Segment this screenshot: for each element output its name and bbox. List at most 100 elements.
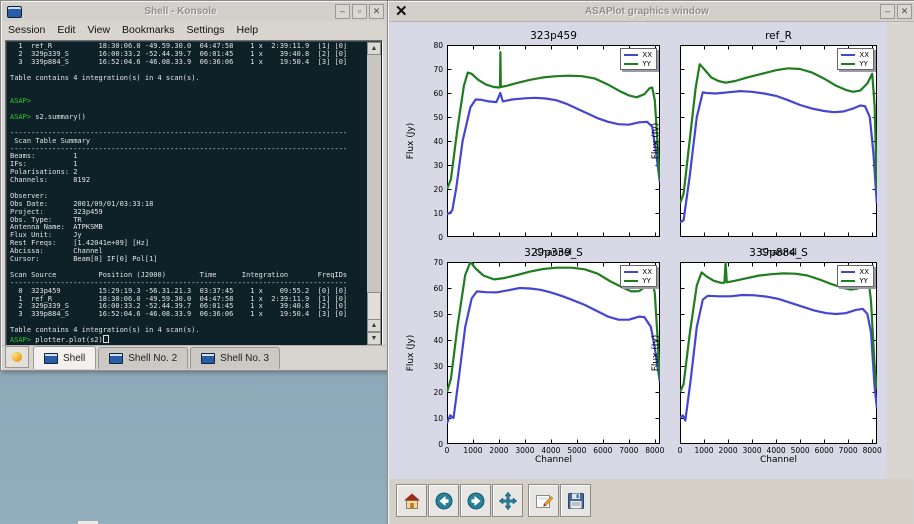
save-button[interactable]: [560, 484, 591, 517]
home-button[interactable]: [396, 484, 427, 517]
y-tick-label: 0: [419, 233, 443, 242]
legend-label: YY: [642, 277, 651, 285]
asaplot-window-title: ASAPlot graphics window: [414, 6, 880, 17]
shell-icon: [44, 353, 58, 364]
x11-icon: ✕: [395, 4, 408, 19]
konsole-window-title: Shell - Konsole: [26, 6, 335, 17]
new-session-button[interactable]: [5, 346, 29, 368]
menu-view[interactable]: View: [81, 24, 116, 36]
scroll-up-icon[interactable]: ▲: [367, 42, 381, 55]
back-icon: [434, 491, 454, 511]
y-tick-label: 20: [419, 388, 443, 397]
y-tick-label: 60: [419, 89, 443, 98]
subplot-339p884_S: XXYY: [680, 262, 877, 444]
minimize-button[interactable]: –: [335, 4, 350, 19]
y-tick-label: 50: [419, 113, 443, 122]
session-tabbar: Shell Shell No. 2 Shell No. 3: [2, 345, 386, 369]
y-axis-label: Flux (Jy): [651, 335, 661, 372]
y-tick-label: 10: [419, 414, 443, 423]
scroll-up2-icon[interactable]: ▲: [367, 319, 381, 332]
terminal-scrollbar[interactable]: ▲ ▲ ▼: [367, 42, 381, 345]
y-axis-label: Flux (Jy): [406, 335, 416, 372]
menu-settings[interactable]: Settings: [181, 24, 231, 36]
legend-label: XX: [859, 51, 869, 59]
y-tick-label: 60: [419, 284, 443, 293]
y-tick-label: 70: [419, 65, 443, 74]
terminal-area[interactable]: 1 ref_R 18:30:06.0 -49.59.30.0 04:47:58 …: [5, 40, 383, 347]
legend-line-sample: [624, 271, 638, 273]
back-button[interactable]: [428, 484, 459, 517]
legend-line-sample: [841, 54, 855, 56]
tab-label: Shell: [63, 353, 85, 364]
y-axis-label: Flux (Jy): [406, 123, 416, 160]
desktop: Shell - Konsole – ▫ ✕ Session Edit View …: [0, 0, 914, 524]
konsole-window: Shell - Konsole – ▫ ✕ Session Edit View …: [0, 0, 388, 371]
terminal-line: [10, 82, 365, 90]
shell-icon: [201, 353, 215, 364]
terminal-line: Cursor: Beam[0] IF[0] Pol[1]: [10, 256, 365, 264]
subplots-button[interactable]: [528, 484, 559, 517]
subplot-329p339_S: XXYY: [447, 262, 660, 444]
menu-help[interactable]: Help: [231, 24, 265, 36]
legend-label: XX: [859, 268, 869, 276]
plot-legend: XXYY: [620, 265, 657, 287]
menu-session[interactable]: Session: [2, 24, 51, 36]
y-tick-label: 40: [419, 137, 443, 146]
menu-edit[interactable]: Edit: [51, 24, 81, 36]
tab-shell-3[interactable]: Shell No. 3: [190, 347, 280, 369]
legend-label: YY: [859, 277, 868, 285]
subplot-ref_R: XXYY: [680, 45, 877, 237]
plot-axes: [447, 45, 660, 237]
legend-label: XX: [642, 51, 652, 59]
plot-legend: XXYY: [837, 265, 874, 287]
plot-title: ref_R: [680, 30, 877, 42]
asaplot-titlebar[interactable]: ✕ ASAPlot graphics window – ✕: [389, 2, 914, 22]
terminal-line: [10, 90, 365, 98]
legend-line-sample: [624, 280, 638, 282]
close-button[interactable]: ✕: [369, 4, 384, 19]
terminal-cursor: [103, 335, 109, 343]
y-tick-label: 20: [419, 185, 443, 194]
minimize-button[interactable]: –: [880, 4, 895, 19]
terminal-line: ASAP> s2.summary(): [10, 114, 365, 122]
terminal-line: ASAP> plotter.plot(s2): [10, 335, 365, 343]
terminal-line: Table contains 4 integration(s) in 4 sca…: [10, 75, 365, 83]
pan-button[interactable]: [492, 484, 523, 517]
subplots-icon: [534, 491, 554, 511]
plot-axes: [447, 262, 660, 444]
y-tick-label: 40: [419, 336, 443, 345]
konsole-app-icon: [7, 6, 22, 18]
plot-legend: XXYY: [837, 48, 874, 70]
plot-title: 329p339_S: [447, 247, 660, 259]
plot-legend: XXYY: [620, 48, 657, 70]
y-tick-label: 50: [419, 310, 443, 319]
legend-line-sample: [841, 280, 855, 282]
terminal-line: ASAP>: [10, 98, 365, 106]
terminal-line: Channels: 8192: [10, 177, 365, 185]
tab-shell[interactable]: Shell: [33, 346, 96, 369]
scroll-down-icon[interactable]: ▼: [367, 332, 381, 345]
plot-axes: [680, 45, 877, 237]
plot-title: 323p459: [447, 30, 660, 42]
close-button[interactable]: ✕: [897, 4, 912, 19]
new-session-icon: [12, 352, 22, 362]
tab-shell-2[interactable]: Shell No. 2: [98, 347, 188, 369]
konsole-titlebar[interactable]: Shell - Konsole – ▫ ✕: [2, 2, 386, 22]
pan-icon: [498, 491, 518, 511]
legend-line-sample: [624, 63, 638, 65]
forward-button[interactable]: [460, 484, 491, 517]
y-axis-label: Flux (Jy): [651, 123, 661, 160]
y-tick-label: 70: [419, 258, 443, 267]
y-tick-label: 10: [419, 209, 443, 218]
y-tick-label: 80: [419, 41, 443, 50]
legend-line-sample: [624, 54, 638, 56]
forward-icon: [466, 491, 486, 511]
x-axis-label: Channel: [680, 455, 877, 465]
tab-label: Shell No. 3: [220, 353, 269, 364]
legend-label: YY: [859, 60, 868, 68]
terminal-line: Table contains 4 integration(s) in 4 sca…: [10, 327, 365, 335]
terminal-text: 1 ref_R 18:30:06.0 -49.59.30.0 04:47:58 …: [10, 43, 365, 344]
maximize-button[interactable]: ▫: [352, 4, 367, 19]
legend-line-sample: [841, 271, 855, 273]
menu-bookmarks[interactable]: Bookmarks: [116, 24, 181, 36]
